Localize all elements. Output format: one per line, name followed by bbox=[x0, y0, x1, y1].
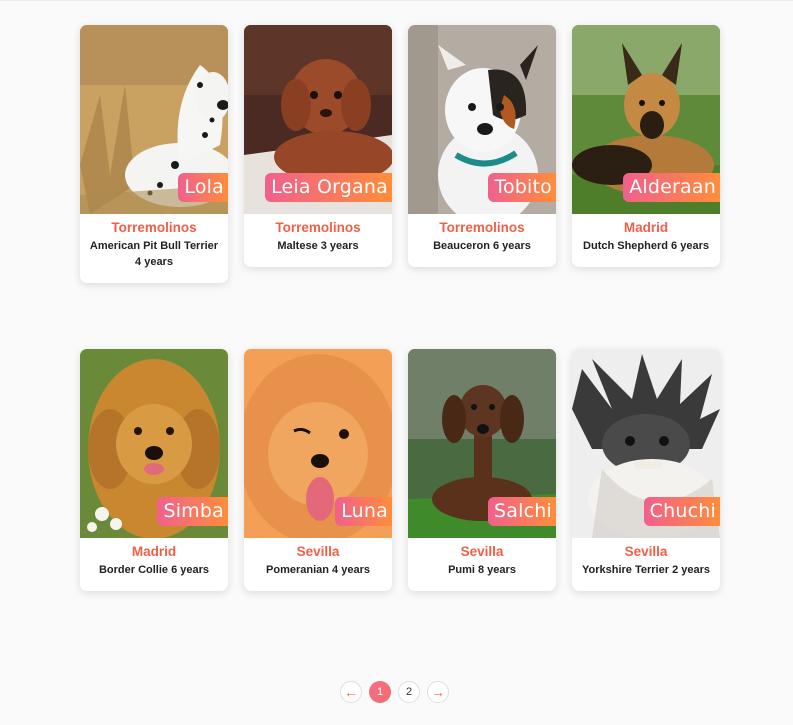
dog-description: Pumi 8 years bbox=[448, 564, 516, 576]
dog-description: Maltese 3 years bbox=[277, 240, 359, 252]
dog-city: Sevilla bbox=[460, 544, 504, 559]
dog-name-badge: Luna bbox=[335, 497, 392, 526]
dog-photo[interactable]: Salchi bbox=[408, 349, 556, 538]
dog-card[interactable]: Salchi Sevilla Pumi 8 years bbox=[408, 349, 556, 591]
dog-photo[interactable]: Lola bbox=[80, 25, 228, 214]
dog-photo[interactable]: Simba bbox=[80, 349, 228, 538]
dog-info: Torremolinos American Pit Bull Terrier 4… bbox=[80, 214, 228, 283]
dog-card[interactable]: Lola Torremolinos American Pit Bull Terr… bbox=[80, 25, 228, 283]
arrow-right-icon[interactable]: → bbox=[427, 681, 449, 703]
dog-info: Sevilla Pomeranian 4 years bbox=[244, 538, 392, 591]
dog-row: Simba Madrid Border Collie 6 years Luna … bbox=[80, 349, 720, 591]
dog-city: Torremolinos bbox=[439, 220, 525, 235]
pagination: ← 1 2 → bbox=[340, 681, 449, 703]
dog-description: Beauceron 6 years bbox=[433, 240, 531, 252]
dog-city: Torremolinos bbox=[111, 220, 197, 235]
dog-info: Madrid Border Collie 6 years bbox=[80, 538, 228, 591]
dog-photo[interactable]: Leia Organa bbox=[244, 25, 392, 214]
dog-info: Sevilla Yorkshire Terrier 2 years bbox=[572, 538, 720, 591]
dog-description: Dutch Shepherd 6 years bbox=[583, 240, 709, 252]
dog-description: Pomeranian 4 years bbox=[266, 564, 370, 576]
dog-city: Torremolinos bbox=[275, 220, 361, 235]
dog-card[interactable]: Luna Sevilla Pomeranian 4 years bbox=[244, 349, 392, 591]
dog-card[interactable]: Leia Organa Torremolinos Maltese 3 years bbox=[244, 25, 392, 267]
dog-info: Madrid Dutch Shepherd 6 years bbox=[572, 214, 720, 267]
dog-info: Sevilla Pumi 8 years bbox=[408, 538, 556, 591]
dog-city: Madrid bbox=[131, 544, 177, 559]
dog-city: Sevilla bbox=[624, 544, 668, 559]
dog-name-badge: Alderaan bbox=[623, 173, 720, 202]
dog-photo[interactable]: Tobito bbox=[408, 25, 556, 214]
dog-info: Torremolinos Maltese 3 years bbox=[244, 214, 392, 267]
dog-card[interactable]: Tobito Torremolinos Beauceron 6 years bbox=[408, 25, 556, 267]
dog-photo[interactable]: Alderaan bbox=[572, 25, 720, 214]
dog-card[interactable]: Chuchi Sevilla Yorkshire Terrier 2 years bbox=[572, 349, 720, 591]
dog-city: Madrid bbox=[623, 220, 669, 235]
dog-grid: Lola Torremolinos American Pit Bull Terr… bbox=[80, 25, 720, 591]
dog-name-badge: Lola bbox=[178, 173, 228, 202]
arrow-left-icon[interactable]: ← bbox=[340, 681, 362, 703]
dog-name-badge: Salchi bbox=[488, 497, 556, 526]
page-button-2[interactable]: 2 bbox=[398, 681, 420, 703]
dog-card[interactable]: Simba Madrid Border Collie 6 years bbox=[80, 349, 228, 591]
dog-city: Sevilla bbox=[296, 544, 340, 559]
dog-info: Torremolinos Beauceron 6 years bbox=[408, 214, 556, 267]
dog-photo[interactable]: Chuchi bbox=[572, 349, 720, 538]
dog-row: Lola Torremolinos American Pit Bull Terr… bbox=[80, 25, 720, 283]
dog-name-badge: Chuchi bbox=[643, 497, 720, 526]
dog-description: Border Collie 6 years bbox=[98, 564, 210, 576]
dog-name-badge: Simba bbox=[157, 497, 228, 526]
dog-photo[interactable]: Luna bbox=[244, 349, 392, 538]
top-divider bbox=[0, 0, 793, 1]
page-button-1[interactable]: 1 bbox=[369, 681, 391, 703]
dog-name-badge: Leia Organa bbox=[265, 173, 392, 202]
dog-description: Yorkshire Terrier 2 years bbox=[581, 564, 710, 576]
dog-name-badge: Tobito bbox=[488, 173, 556, 202]
dog-description: American Pit Bull Terrier 4 years bbox=[89, 240, 219, 268]
dog-card[interactable]: Alderaan Madrid Dutch Shepherd 6 years bbox=[572, 25, 720, 267]
